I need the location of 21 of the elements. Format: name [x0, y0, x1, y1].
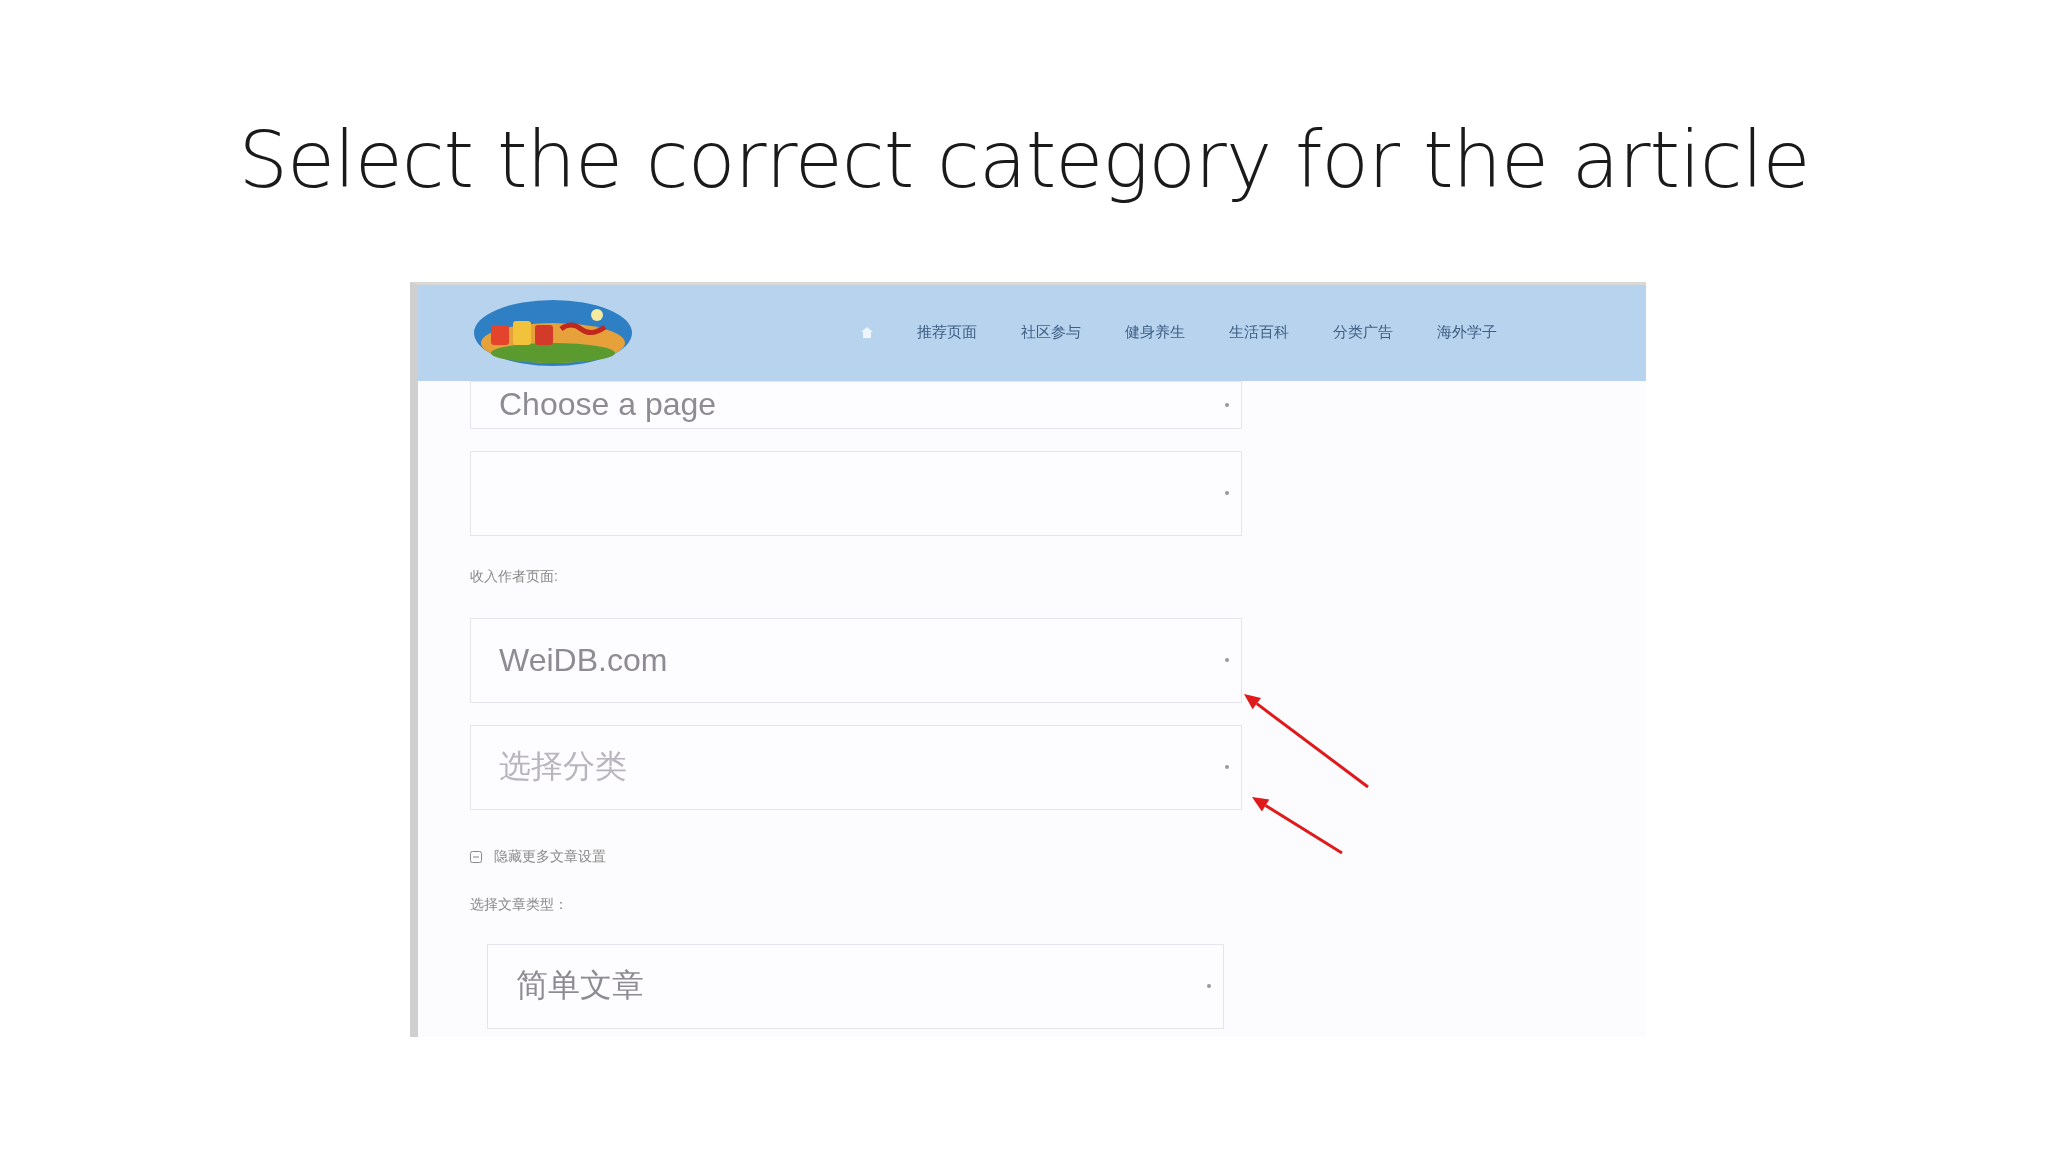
- settings-toggle[interactable]: 隐藏更多文章设置: [494, 847, 606, 866]
- nav-link[interactable]: 分类广告: [1333, 323, 1393, 343]
- nav-link[interactable]: 推荐页面: [917, 323, 977, 343]
- nav-link[interactable]: 生活百科: [1229, 323, 1289, 343]
- nav-link[interactable]: 社区参与: [1021, 323, 1081, 343]
- collapse-icon[interactable]: [470, 850, 482, 863]
- dropdown-icon: [1207, 984, 1211, 989]
- select-field[interactable]: Choose a page: [470, 380, 1242, 429]
- dropdown-icon: [1225, 658, 1229, 663]
- logo-icon[interactable]: [473, 298, 633, 367]
- select-field[interactable]: [470, 450, 1242, 536]
- field-label: 选择文章类型：: [470, 895, 568, 914]
- nav-link[interactable]: 健身养生: [1125, 323, 1185, 343]
- dropdown-icon: [1225, 491, 1229, 496]
- slide-title: Select the correct category for the article: [238, 118, 1810, 204]
- field-label: 收入作者页面:: [470, 567, 558, 586]
- dropdown-icon: [1225, 765, 1229, 770]
- nav-link[interactable]: 海外学子: [1437, 323, 1497, 343]
- select-field[interactable]: WeiDB.com: [470, 617, 1242, 703]
- dropdown-icon: [1225, 402, 1229, 407]
- select-field[interactable]: 简单文章: [487, 943, 1224, 1029]
